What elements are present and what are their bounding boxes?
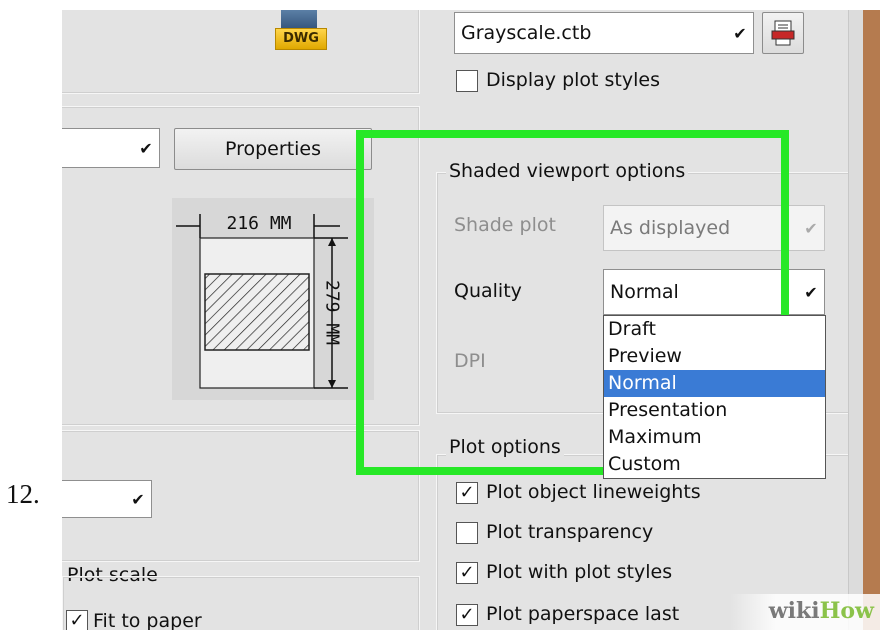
paper-preview: 216 MM 279 MM xyxy=(172,198,374,400)
step-number: 12. xyxy=(6,479,40,509)
quality-dropdown-list[interactable]: Draft Preview Normal Presentation Maximu… xyxy=(603,315,826,479)
chevron-down-icon: ✔ xyxy=(131,489,145,509)
paper-height-label: 279 MM xyxy=(321,279,343,346)
plot-lineweights-label: Plot object lineweights xyxy=(486,481,701,503)
fit-to-paper-label: Fit to paper xyxy=(93,610,202,630)
plot-paperspace-last-checkbox[interactable]: ✓ xyxy=(456,604,478,626)
quality-option-normal[interactable]: Normal xyxy=(604,370,825,397)
chevron-down-icon: ✔ xyxy=(733,23,747,43)
watermark-how: How xyxy=(819,598,874,624)
window-edge-panel xyxy=(848,10,863,630)
quality-option-maximum[interactable]: Maximum xyxy=(604,424,825,451)
drawing-group xyxy=(62,10,420,94)
quality-option-custom[interactable]: Custom xyxy=(604,451,825,478)
plot-transparency-checkbox[interactable] xyxy=(456,522,478,544)
plot-with-plot-styles-label: Plot with plot styles xyxy=(486,561,673,583)
plot-transparency-label: Plot transparency xyxy=(486,521,654,543)
plot-lineweights-checkbox[interactable]: ✓ xyxy=(456,482,478,504)
fit-to-paper-checkbox[interactable]: ✓ xyxy=(66,610,88,630)
wikihow-watermark: wikiHow xyxy=(730,594,880,630)
watermark-wiki: wiki xyxy=(768,598,820,624)
dwg-file-icon: DWG xyxy=(267,10,331,50)
chevron-down-icon: ✔ xyxy=(804,218,818,238)
printer-combo[interactable]: ✔ xyxy=(62,128,160,168)
display-plot-styles-label: Display plot styles xyxy=(486,69,660,91)
paper-width-label: 216 MM xyxy=(226,213,292,234)
quality-option-preview[interactable]: Preview xyxy=(604,343,825,370)
plot-style-table-value: Grayscale.ctb xyxy=(461,22,592,44)
watermark-text: wikiHow xyxy=(769,598,874,624)
chevron-down-icon: ✔ xyxy=(804,282,818,302)
quality-option-presentation[interactable]: Presentation xyxy=(604,397,825,424)
plot-paperspace-last-label: Plot paperspace last xyxy=(486,603,680,625)
properties-button[interactable]: Properties xyxy=(174,128,372,170)
window-edge xyxy=(862,10,880,630)
dwg-badge: DWG xyxy=(275,28,327,50)
paper-size-combo[interactable]: ✔ xyxy=(62,480,152,518)
display-plot-styles-checkbox[interactable] xyxy=(456,70,478,92)
plot-with-plot-styles-checkbox[interactable]: ✓ xyxy=(456,562,478,584)
plot-style-table-combo[interactable]: Grayscale.ctb ✔ xyxy=(454,12,754,54)
chevron-down-icon: ✔ xyxy=(139,138,153,158)
edit-plot-style-icon xyxy=(771,20,795,46)
edit-plot-style-button[interactable] xyxy=(762,12,804,54)
quality-option-draft[interactable]: Draft xyxy=(604,316,825,343)
